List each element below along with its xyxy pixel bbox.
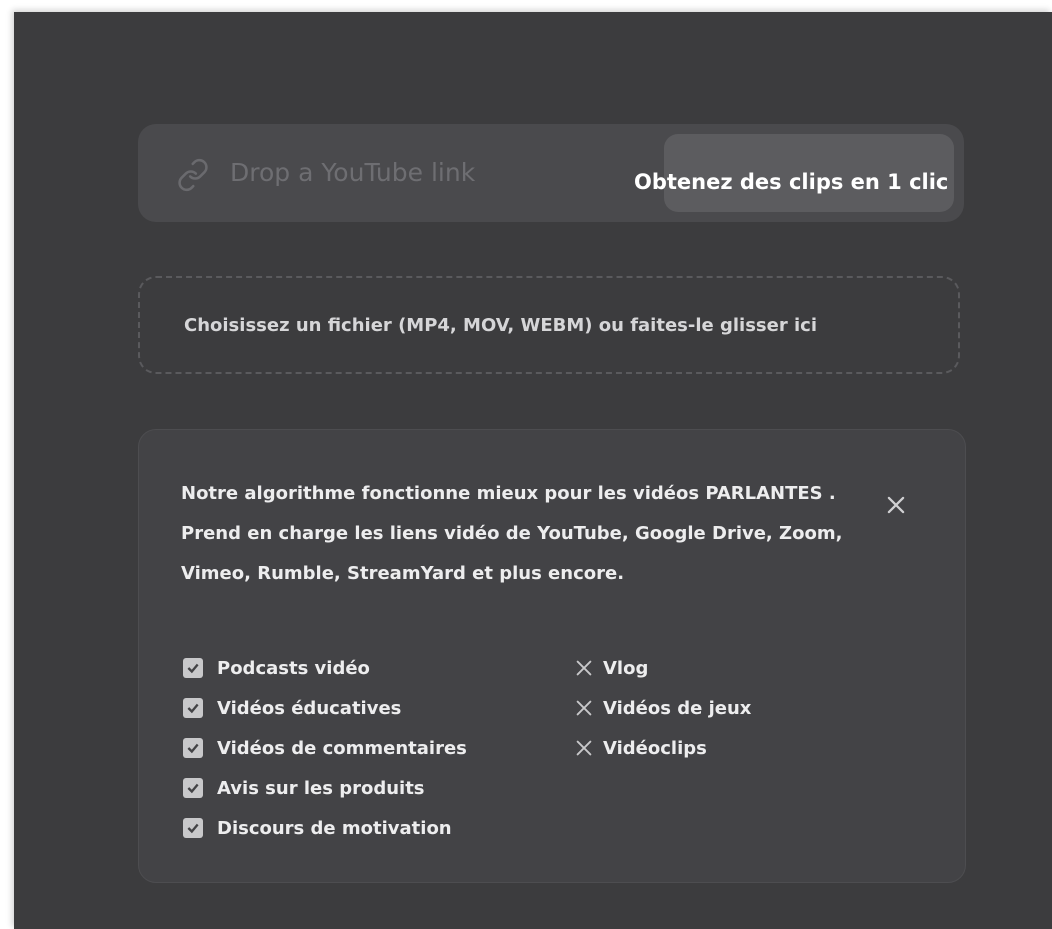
checkbox-checked-icon (183, 658, 203, 678)
drop-zone-text: Choisissez un fichier (MP4, MOV, WEBM) o… (184, 314, 817, 336)
supported-label: Vidéos de commentaires (217, 737, 467, 759)
close-button[interactable] (879, 488, 913, 522)
list-item: Vidéos de commentaires (183, 728, 467, 768)
app-panel: Obtenez des clips en 1 clic Choisissez u… (14, 12, 1052, 929)
checkbox-checked-icon (183, 738, 203, 758)
supported-label: Podcasts vidéo (217, 657, 370, 679)
list-item: Discours de motivation (183, 808, 467, 848)
link-icon (178, 158, 208, 192)
info-text-start: Notre algorithme fonctionne mieux pour l… (181, 483, 706, 504)
unsupported-label: Vidéos de jeux (603, 697, 752, 719)
list-item: Avis sur les produits (183, 768, 467, 808)
checkbox-checked-icon (183, 698, 203, 718)
x-mark-icon (576, 660, 592, 676)
unsupported-label: Vlog (603, 657, 649, 679)
list-item: Podcasts vidéo (183, 648, 467, 688)
x-mark-icon (576, 700, 592, 716)
unsupported-list: Vlog Vidéos de jeux Vidéoclips (573, 648, 751, 768)
youtube-link-input[interactable] (230, 152, 560, 192)
checkbox-checked-icon (183, 818, 203, 838)
list-item: Vidéoclips (573, 728, 751, 768)
list-item: Vidéos de jeux (573, 688, 751, 728)
supported-label: Discours de motivation (217, 817, 452, 839)
youtube-link-bar (138, 124, 964, 222)
file-drop-zone[interactable]: Choisissez un fichier (MP4, MOV, WEBM) o… (138, 276, 960, 374)
supported-label: Vidéos éducatives (217, 697, 402, 719)
unsupported-label: Vidéoclips (603, 737, 707, 759)
list-item: Vlog (573, 648, 751, 688)
supported-list: Podcasts vidéo Vidéos éducatives Vidéos … (183, 648, 467, 848)
close-icon (887, 496, 905, 514)
supported-label: Avis sur les produits (217, 777, 425, 799)
info-card: Notre algorithme fonctionne mieux pour l… (138, 429, 966, 883)
checkbox-checked-icon (183, 778, 203, 798)
list-item: Vidéos éducatives (183, 688, 467, 728)
get-clips-button[interactable] (664, 134, 954, 212)
info-description: Notre algorithme fonctionne mieux pour l… (181, 474, 871, 594)
x-mark-icon (576, 740, 592, 756)
info-emphasis: PARLANTES (705, 483, 823, 504)
